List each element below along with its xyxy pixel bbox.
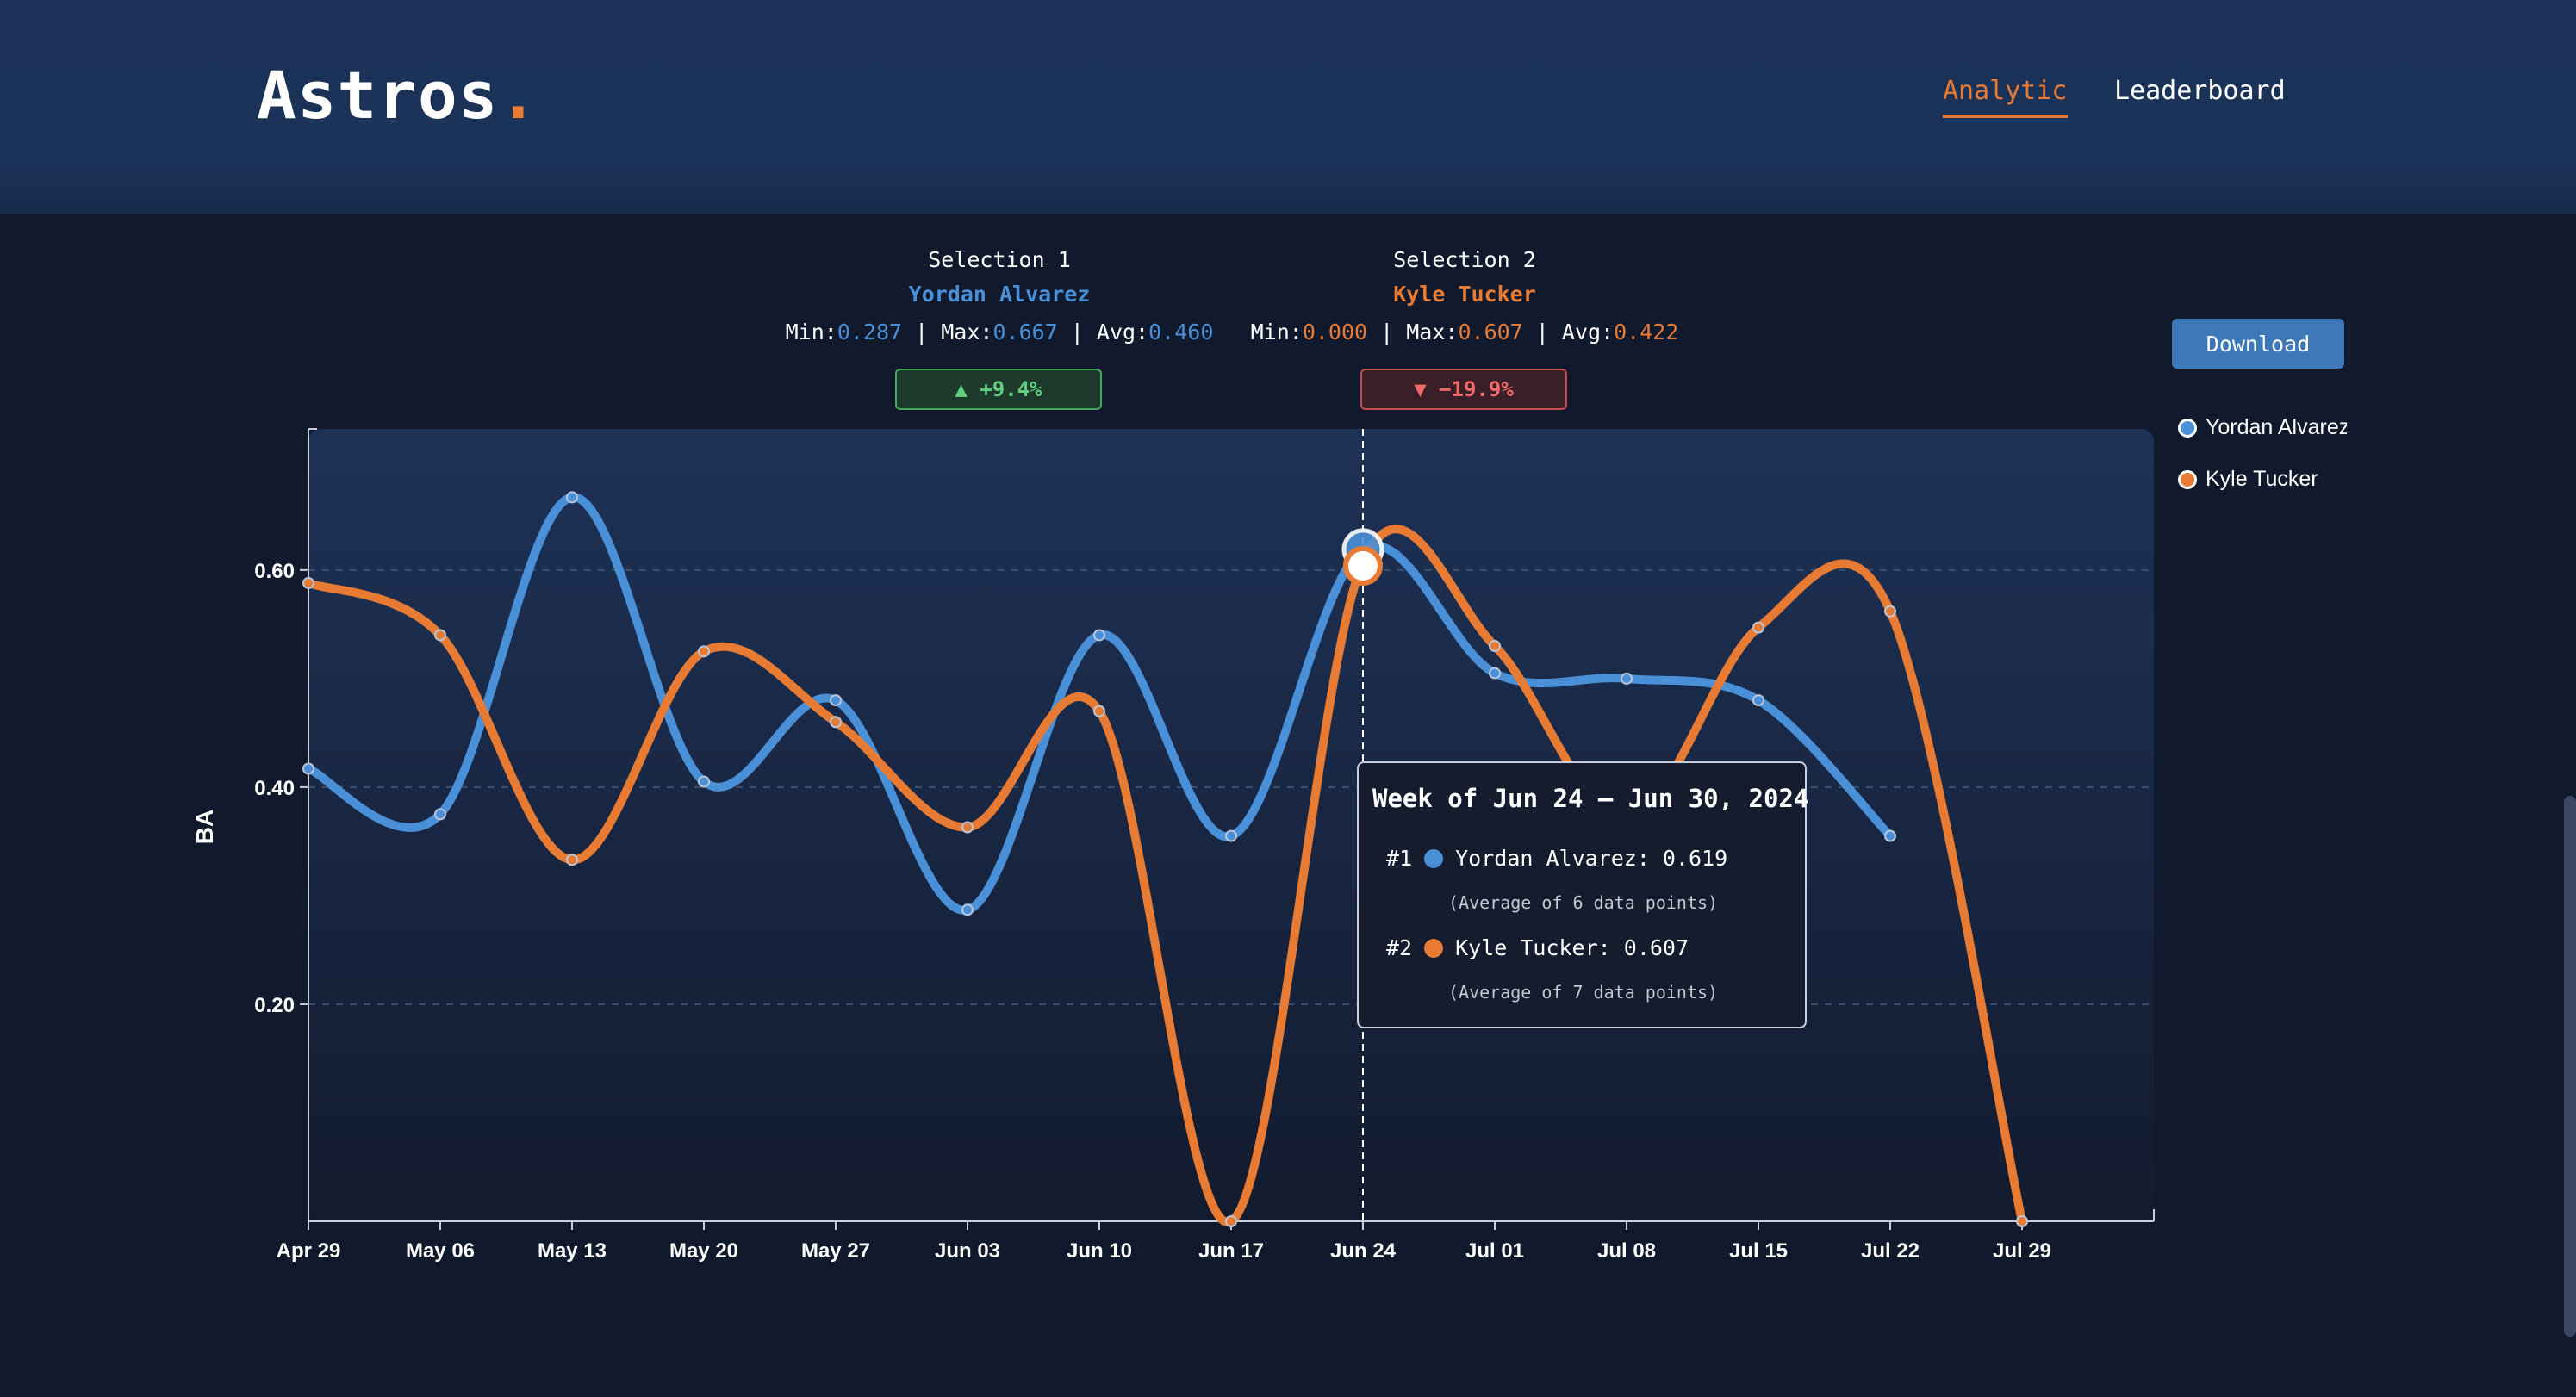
highlight-point-orange[interactable]: [1343, 546, 1383, 587]
data-point[interactable]: [302, 576, 314, 589]
tooltip-row-2: #2 Kyle Tucker: 0.607: [1386, 935, 1689, 960]
data-point[interactable]: [698, 775, 710, 788]
line-chart[interactable]: 0.20 0.40 0.60 Apr 29 May 06 May 13 May 20 May …: [0, 0, 2576, 1397]
tooltip-title: Week of Jun 24 – Jun 30, 2024: [1372, 784, 1809, 813]
chart-tooltip: Week of Jun 24 – Jun 30, 2024 #1 Yordan …: [1357, 761, 1809, 1028]
x-tick-label: Jun 17: [1198, 1239, 1264, 1263]
y-tick-label: 0.40: [254, 777, 295, 800]
data-point[interactable]: [961, 821, 974, 834]
data-point[interactable]: [434, 808, 446, 821]
data-point[interactable]: [566, 854, 578, 866]
data-point[interactable]: [566, 491, 578, 504]
x-tick-label: Jun 03: [935, 1239, 1000, 1263]
x-tick-label: May 06: [406, 1239, 475, 1263]
x-tick-label: Jul 29: [1993, 1239, 2051, 1263]
x-tick-label: Jul 08: [1597, 1239, 1656, 1263]
data-point[interactable]: [830, 716, 842, 729]
y-tick-label: 0.60: [254, 560, 295, 583]
tooltip-dot-orange: [1424, 938, 1444, 958]
data-point[interactable]: [434, 629, 446, 642]
x-tick-label: May 27: [801, 1239, 870, 1263]
data-point[interactable]: [1752, 694, 1764, 707]
vertical-scrollbar[interactable]: [2564, 796, 2576, 1337]
data-point[interactable]: [1752, 621, 1764, 634]
x-tick-label: Jun 24: [1330, 1239, 1397, 1263]
y-axis-label: BA: [191, 810, 218, 844]
y-tick-label: 0.20: [254, 994, 295, 1017]
data-point[interactable]: [1621, 672, 1633, 685]
x-tick-label: Jun 10: [1067, 1239, 1132, 1263]
tooltip-note-2: (Average of 7 data points): [1448, 982, 1719, 1003]
data-point[interactable]: [1489, 667, 1501, 680]
data-point[interactable]: [1884, 829, 1896, 842]
x-tick-label: May 20: [669, 1239, 738, 1263]
data-point[interactable]: [302, 762, 314, 775]
data-point[interactable]: [961, 903, 974, 916]
data-point[interactable]: [1225, 829, 1237, 842]
data-point[interactable]: [1093, 629, 1105, 642]
data-point[interactable]: [2016, 1215, 2028, 1227]
tooltip-row-1: #1 Yordan Alvarez: 0.619: [1386, 846, 1728, 871]
data-point[interactable]: [1093, 705, 1105, 717]
data-point[interactable]: [830, 694, 842, 707]
x-tick-label: Jul 15: [1729, 1239, 1788, 1263]
data-point[interactable]: [1489, 640, 1501, 653]
x-tick-label: Jul 01: [1465, 1239, 1524, 1263]
data-point[interactable]: [1884, 605, 1896, 618]
x-tick-label: Jul 22: [1861, 1239, 1920, 1263]
tooltip-dot-blue: [1424, 848, 1444, 868]
tooltip-note-1: (Average of 6 data points): [1448, 892, 1719, 913]
x-tick-label: May 13: [538, 1239, 607, 1263]
x-tick-label: Apr 29: [277, 1239, 341, 1263]
data-point[interactable]: [1225, 1215, 1237, 1227]
data-point[interactable]: [698, 645, 710, 658]
